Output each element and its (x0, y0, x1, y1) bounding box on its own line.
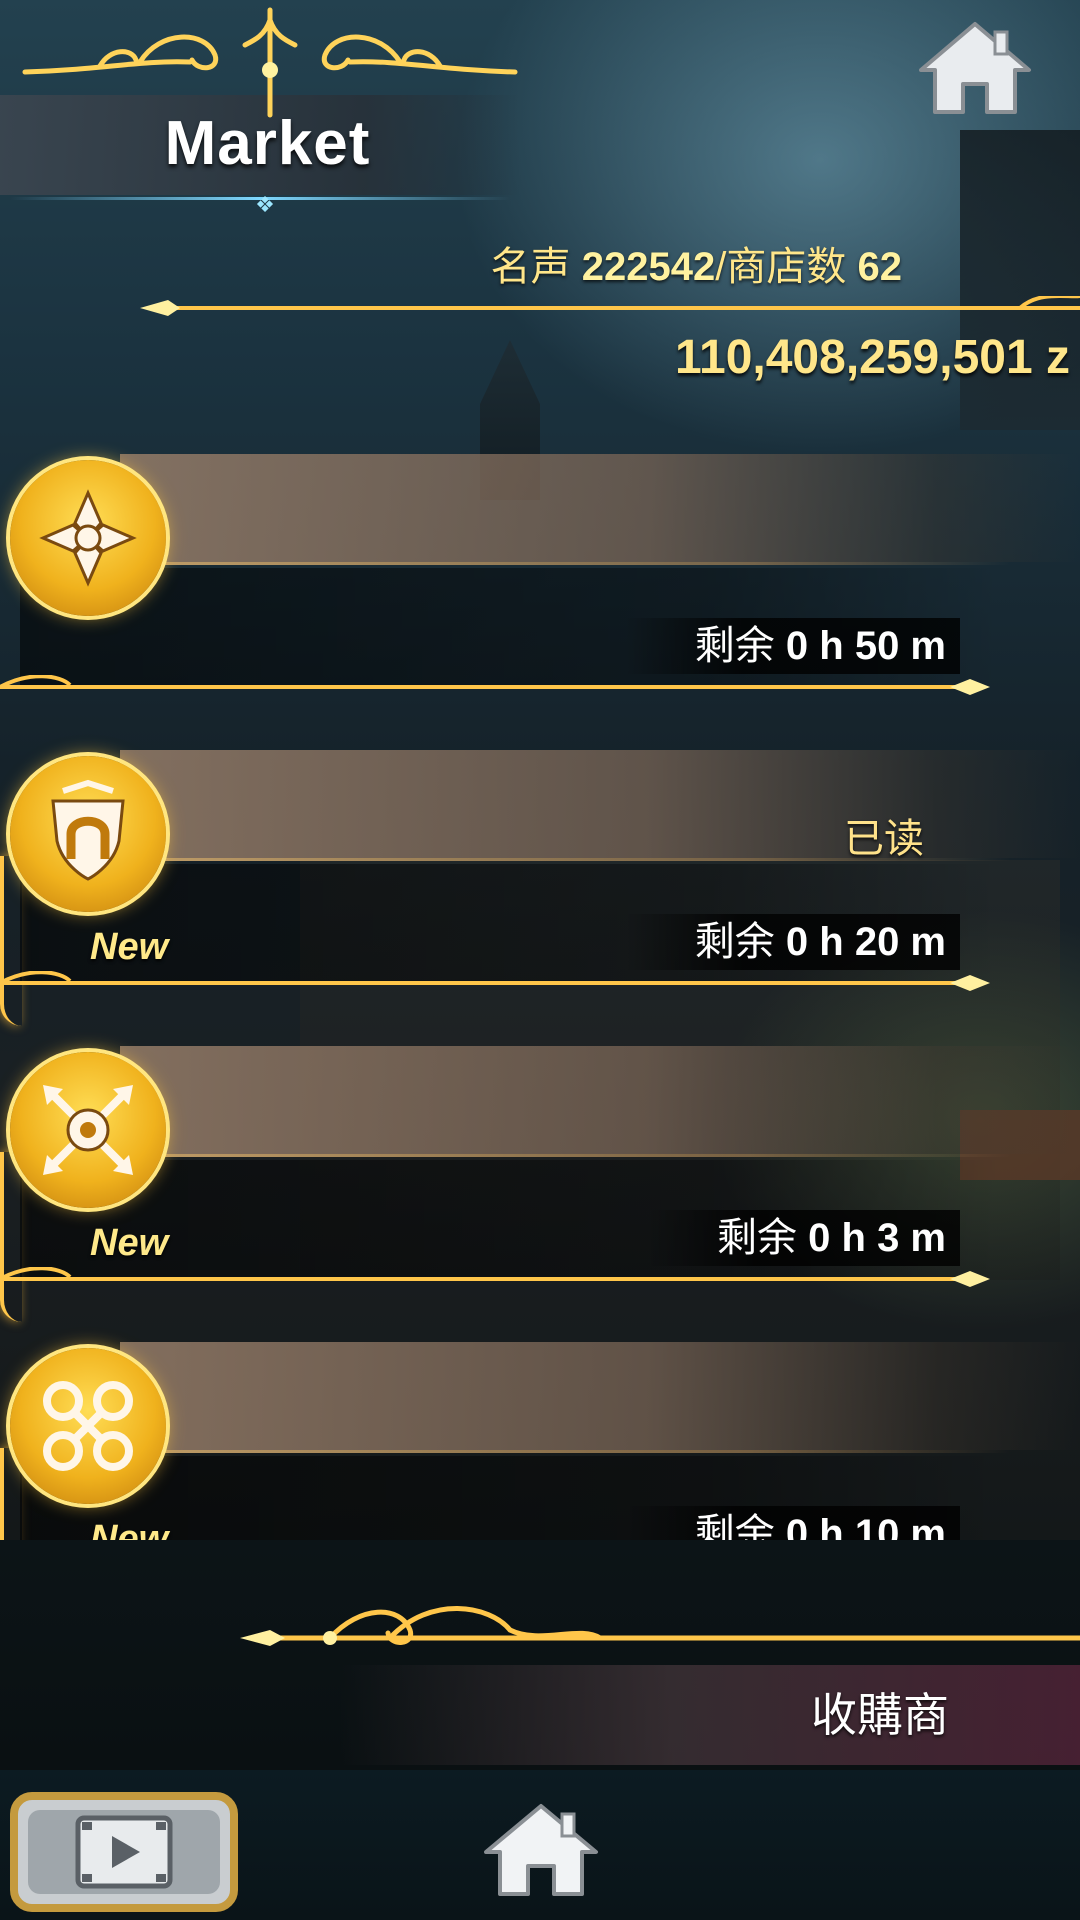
row-band-line (140, 562, 1010, 565)
title-plate: Market ❖ (0, 0, 520, 230)
row-divider (0, 675, 990, 695)
remaining-time: 剩余 0 h 50 m (624, 618, 960, 674)
read-status: 已读 (844, 817, 924, 861)
list-item[interactable]: New 剩余 0 h 3 m (0, 1032, 1080, 1328)
list-item[interactable]: New 剩余 0 h 10 m (0, 1328, 1080, 1540)
new-badge: New (90, 1222, 169, 1264)
background-tower (960, 130, 1080, 430)
remaining-time: 剩余 0 h 10 m (624, 1506, 960, 1540)
stats-separator: / (715, 245, 727, 289)
row-band (120, 750, 1080, 858)
row-band (120, 1342, 1080, 1450)
time-label: 剩余 (717, 1216, 798, 1260)
row-band (120, 1046, 1080, 1154)
remaining-time: 剩余 0 h 20 m (624, 914, 960, 970)
gear-arrows-emblem-icon (10, 1052, 166, 1208)
title-gem-icon: ❖ (255, 192, 275, 217)
list-item[interactable]: 剩余 0 h 50 m (0, 442, 1080, 736)
title-ornament (22, 7, 518, 118)
remaining-time: 剩余 0 h 3 m (647, 1210, 960, 1266)
row-band (120, 454, 1080, 562)
row-divider (0, 971, 990, 991)
time-value: 0 h 3 m (808, 1216, 946, 1260)
list-item[interactable]: 已读 New 剩余 0 h 20 m (0, 736, 1080, 1032)
stats-line: 名声 222542/商店数 62 (491, 234, 902, 292)
home-icon[interactable] (915, 18, 1035, 118)
time-value: 0 h 10 m (785, 1512, 946, 1540)
horseshoe-shield-emblem-icon (10, 756, 166, 912)
row-bracket (0, 1152, 22, 1322)
row-band-line (140, 1154, 1010, 1157)
time-value: 0 h 50 m (785, 624, 946, 668)
gold-divider (140, 296, 1080, 316)
time-value: 0 h 20 m (785, 920, 946, 964)
time-label: 剩余 (694, 920, 775, 964)
shops-label: 商店数 (726, 245, 847, 289)
buyer-button[interactable]: 收購商 (760, 1675, 1000, 1755)
time-label: 剩余 (694, 1512, 775, 1540)
new-badge: New (90, 926, 169, 968)
row-bracket (0, 856, 22, 1026)
row-divider (0, 1267, 990, 1287)
knot-emblem-icon (10, 1348, 166, 1504)
buyer-ornament (240, 1606, 1080, 1646)
video-play-icon[interactable] (8, 1790, 240, 1914)
money-balance: 110,408,259,501 z (674, 331, 1070, 384)
row-band-line (140, 1450, 1010, 1453)
crossed-blades-emblem-icon (10, 460, 166, 616)
fame-label: 名声 (490, 245, 571, 289)
shop-list[interactable]: 剩余 0 h 50 m 已读 New 剩余 0 h 20 m New 剩余 0 … (0, 442, 1080, 1540)
page-title: Market (164, 109, 371, 178)
shops-value: 62 (857, 245, 903, 289)
home-icon[interactable] (480, 1800, 602, 1900)
fame-value: 222542 (581, 245, 716, 289)
time-label: 剩余 (694, 624, 775, 668)
new-badge: New (90, 1518, 169, 1540)
